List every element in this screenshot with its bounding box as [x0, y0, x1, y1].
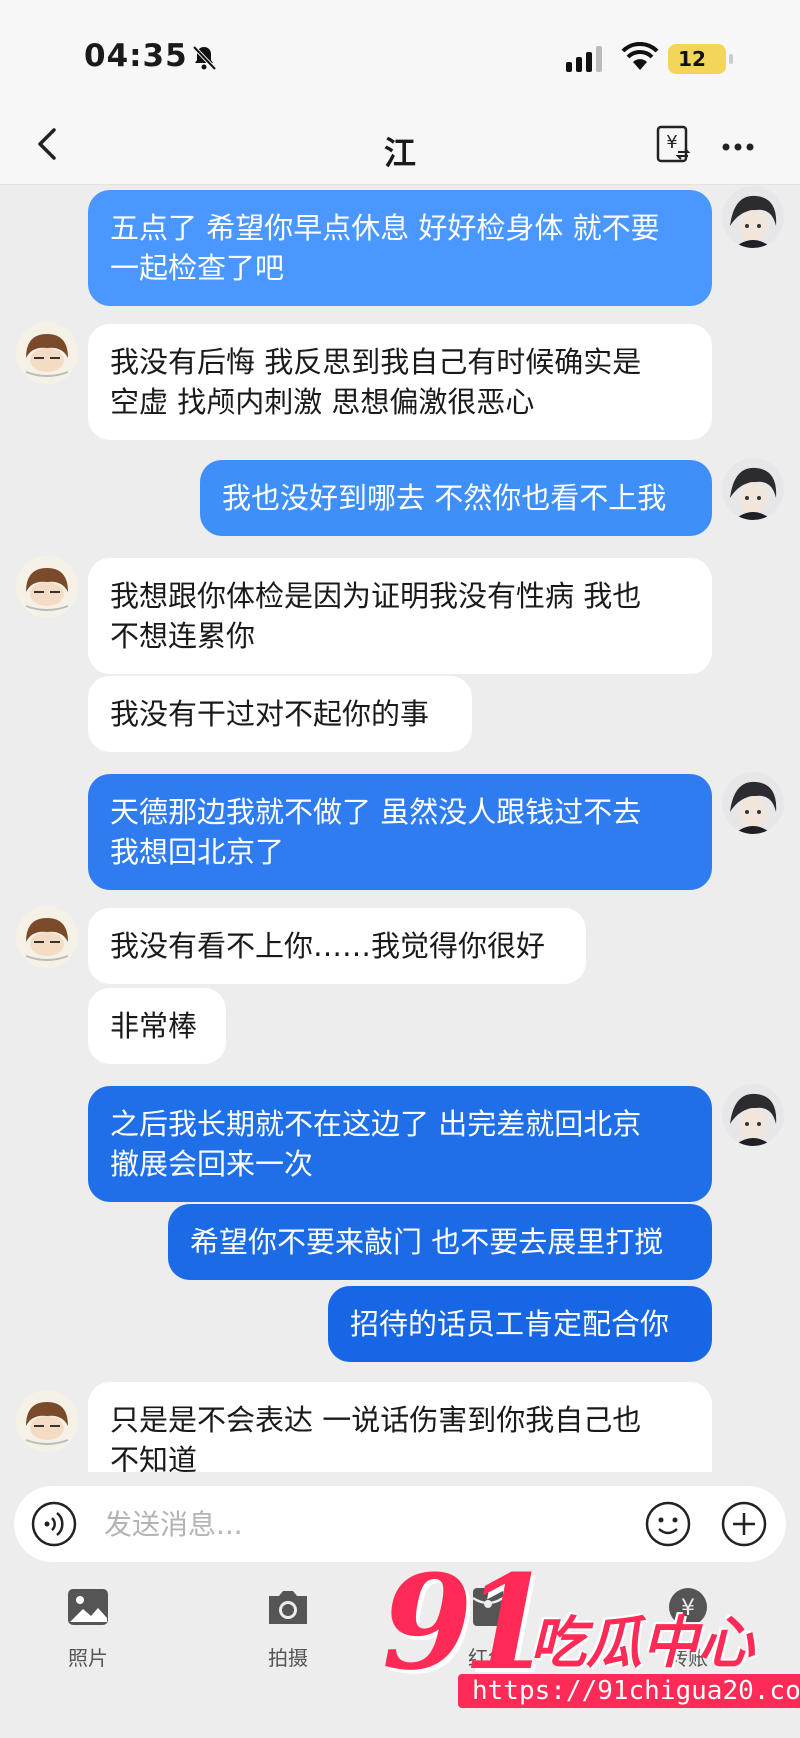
- watermark-number: 91: [382, 1546, 553, 1699]
- watermark: 91 吃瓜中心 https://91chigua20.com: [382, 1546, 800, 1728]
- watermark-url: https://91chigua20.com: [458, 1674, 800, 1708]
- message-input[interactable]: [104, 1500, 624, 1548]
- back-arrow-icon[interactable]: [28, 124, 68, 164]
- photo-label: 照片: [68, 1646, 108, 1670]
- message-bubble-outgoing[interactable]: 招待的话员工肯定配合你: [328, 1286, 712, 1362]
- message-bubble-incoming[interactable]: 我没有后悔 我反思到我自己有时候确实是 空虚 找颅内刺激 思想偏激很恶心: [88, 324, 712, 440]
- emoji-icon[interactable]: [644, 1500, 692, 1548]
- photo-button[interactable]: 照片: [38, 1582, 138, 1671]
- message-bubble-incoming[interactable]: 非常棒: [88, 988, 226, 1064]
- battery-indicator: 12: [668, 44, 733, 74]
- my-avatar[interactable]: [722, 458, 784, 520]
- message-bubble-outgoing[interactable]: 天德那边我就不做了 虽然没人跟钱过不去 我想回北京了: [88, 774, 712, 890]
- message-bubble-outgoing[interactable]: 我也没好到哪去 不然你也看不上我: [200, 460, 712, 536]
- transfer-icon[interactable]: ¥: [654, 124, 694, 164]
- more-options-icon[interactable]: [718, 132, 758, 162]
- watermark-text: 吃瓜中心: [530, 1611, 754, 1676]
- contact-avatar[interactable]: [16, 556, 78, 618]
- camera-icon: [269, 1591, 307, 1624]
- message-bubble-outgoing[interactable]: 希望你不要来敲门 也不要去展里打搅: [168, 1204, 712, 1280]
- voice-input-icon[interactable]: [30, 1500, 78, 1548]
- status-bar: 04:35 12: [0, 0, 800, 110]
- message-bubble-incoming[interactable]: 我没有干过对不起你的事: [88, 676, 472, 752]
- battery-level: 12: [678, 47, 706, 71]
- my-avatar[interactable]: [722, 186, 784, 248]
- photo-icon: [68, 1589, 108, 1625]
- chat-header: 江 ¥: [0, 110, 800, 185]
- contact-avatar[interactable]: [16, 322, 78, 384]
- camera-button[interactable]: 拍摄: [238, 1582, 338, 1671]
- signal-icon: [566, 46, 602, 72]
- contact-avatar[interactable]: [16, 1390, 78, 1452]
- bell-muted-icon: [192, 45, 217, 71]
- message-bubble-incoming[interactable]: 我想跟你体检是因为证明我没有性病 我也 不想连累你: [88, 558, 712, 674]
- wifi-icon: [621, 42, 659, 70]
- camera-label: 拍摄: [268, 1646, 308, 1670]
- message-bubble-outgoing[interactable]: 五点了 希望你早点休息 好好检身体 就不要 一起检查了吧: [88, 190, 712, 306]
- chat-title: 江: [383, 134, 416, 172]
- status-time: 04:35: [84, 38, 188, 74]
- message-bubble-incoming[interactable]: 只是是不会表达 一说话伤害到你我自己也 不知道: [88, 1382, 712, 1472]
- plus-icon[interactable]: [720, 1500, 768, 1548]
- my-avatar[interactable]: [722, 1084, 784, 1146]
- message-list[interactable]: 五点了 希望你早点休息 好好检身体 就不要 一起检查了吧 我没有后悔 我反思到我…: [0, 186, 800, 1472]
- contact-avatar[interactable]: [16, 906, 78, 968]
- my-avatar[interactable]: [722, 772, 784, 834]
- message-bubble-outgoing[interactable]: 之后我长期就不在这边了 出完差就回北京 撤展会回来一次: [88, 1086, 712, 1202]
- svg-text:¥: ¥: [666, 132, 677, 153]
- message-bubble-incoming[interactable]: 我没有看不上你……我觉得你很好: [88, 908, 586, 984]
